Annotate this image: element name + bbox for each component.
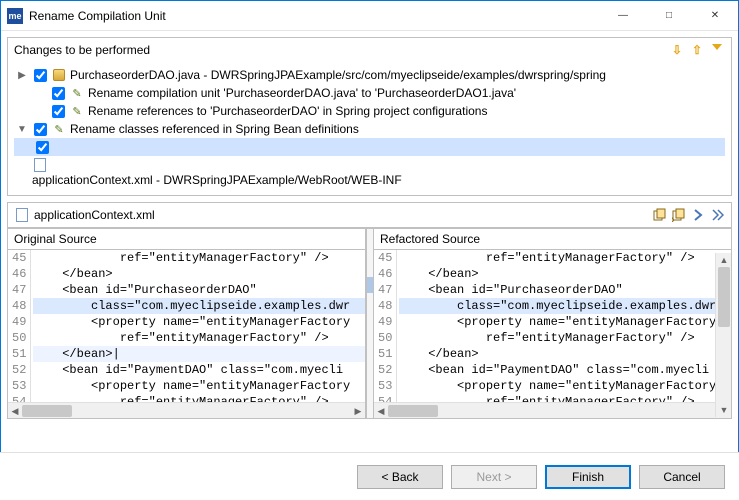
copy-all-left-icon[interactable] xyxy=(652,207,668,223)
right-pane-header: Refactored Source xyxy=(374,229,731,250)
scroll-down-icon[interactable]: ▼ xyxy=(716,403,732,417)
tree-item[interactable]: applicationContext.xml - DWRSpringJPAExa… xyxy=(14,138,725,156)
tree-item-label: applicationContext.xml - DWRSpringJPAExa… xyxy=(32,173,402,187)
tree-checkbox[interactable] xyxy=(52,87,65,100)
right-vscroll[interactable]: ▲ ▼ xyxy=(715,253,731,417)
finish-button[interactable]: Finish xyxy=(545,465,631,489)
changes-tree[interactable]: ▶ PurchaseorderDAO.java - DWRSpringJPAExa… xyxy=(8,62,731,195)
right-hscroll[interactable]: ◀ ▶ xyxy=(374,402,731,418)
changes-title: Changes to be performed xyxy=(14,43,669,57)
left-pane: Original Source 45 46 47 48 49 50 51 52 … xyxy=(8,229,366,418)
tree-item[interactable]: ▶ PurchaseorderDAO.java - DWRSpringJPAExa… xyxy=(14,66,725,84)
scroll-right-icon[interactable]: ▶ xyxy=(351,403,365,418)
left-pane-header: Original Source xyxy=(8,229,365,250)
tree-item-label: Rename compilation unit 'PurchaseorderDA… xyxy=(88,86,516,100)
tree-item-label: PurchaseorderDAO.java - DWRSpringJPAExam… xyxy=(70,68,606,82)
left-gutter: 45 46 47 48 49 50 51 52 53 54 55 56 xyxy=(8,250,31,402)
hscroll-thumb[interactable] xyxy=(22,405,72,417)
right-lines: ref="entityManagerFactory" /> </bean> <b… xyxy=(397,250,731,402)
left-code[interactable]: 45 46 47 48 49 50 51 52 53 54 55 56 ref=… xyxy=(8,250,365,402)
tree-item[interactable]: Rename references to 'PurchaseorderDAO' … xyxy=(14,102,725,120)
twisty-icon[interactable]: ▶ xyxy=(14,70,30,81)
compare-section: applicationContext.xml Original Source 4… xyxy=(7,202,732,419)
text-icon xyxy=(69,85,85,101)
filter-icon[interactable] xyxy=(709,42,725,58)
vscroll-thumb[interactable] xyxy=(718,267,730,327)
right-code[interactable]: 45 46 47 48 49 50 51 52 53 54 55 56 ref=… xyxy=(374,250,731,402)
compare-toolbar xyxy=(652,207,725,223)
close-button[interactable]: ✕ xyxy=(692,1,738,31)
copy-current-left-icon[interactable] xyxy=(671,207,687,223)
prev-change-icon[interactable]: ⇧ xyxy=(689,42,705,58)
minimize-button[interactable]: ― xyxy=(600,1,646,31)
scroll-left-icon[interactable]: ◀ xyxy=(374,403,388,418)
text-icon xyxy=(69,103,85,119)
pkg-icon xyxy=(51,67,67,83)
left-hscroll[interactable]: ◀ ▶ xyxy=(8,402,365,418)
tree-checkbox[interactable] xyxy=(36,141,49,154)
compare-file-name: applicationContext.xml xyxy=(34,208,652,222)
compare-divider xyxy=(366,229,374,418)
twisty-icon[interactable]: ▼ xyxy=(14,124,30,135)
scroll-up-icon[interactable]: ▲ xyxy=(716,253,732,267)
wizard-buttons: < Back Next > Finish Cancel xyxy=(0,452,739,500)
xml-file-icon xyxy=(14,207,30,223)
window-controls: ― □ ✕ xyxy=(600,1,738,31)
tree-checkbox[interactable] xyxy=(34,69,47,82)
next-diff-icon[interactable] xyxy=(690,207,706,223)
right-gutter: 45 46 47 48 49 50 51 52 53 54 55 56 xyxy=(374,250,397,402)
changes-section: Changes to be performed ⇩ ⇧ ▶ Purchaseord… xyxy=(7,37,732,196)
maximize-button[interactable]: □ xyxy=(646,1,692,31)
left-lines: ref="entityManagerFactory" /> </bean> <b… xyxy=(31,250,365,402)
next-button: Next > xyxy=(451,465,537,489)
file-icon xyxy=(32,157,48,173)
tree-checkbox[interactable] xyxy=(52,105,65,118)
compare-file-tab: applicationContext.xml xyxy=(8,203,731,228)
changes-toolbar: ⇩ ⇧ xyxy=(669,42,725,58)
cancel-button[interactable]: Cancel xyxy=(639,465,725,489)
back-button[interactable]: < Back xyxy=(357,465,443,489)
hscroll-thumb[interactable] xyxy=(388,405,438,417)
diff-marker xyxy=(367,277,373,293)
app-icon: me xyxy=(7,8,23,24)
compare-panes: Original Source 45 46 47 48 49 50 51 52 … xyxy=(8,228,731,418)
right-pane: Refactored Source 45 46 47 48 49 50 51 5… xyxy=(374,229,731,418)
tree-item[interactable]: Rename compilation unit 'PurchaseorderDA… xyxy=(14,84,725,102)
window-title: Rename Compilation Unit xyxy=(29,9,600,23)
scroll-left-icon[interactable]: ◀ xyxy=(8,403,22,418)
tree-item-label: Rename classes referenced in Spring Bean… xyxy=(70,122,359,136)
tree-item[interactable]: ▼ Rename classes referenced in Spring Bea… xyxy=(14,120,725,138)
tree-checkbox[interactable] xyxy=(34,123,47,136)
next-change-icon[interactable]: ⇩ xyxy=(669,42,685,58)
tree-item-label: Rename references to 'PurchaseorderDAO' … xyxy=(88,104,487,118)
titlebar: me Rename Compilation Unit ― □ ✕ xyxy=(1,1,738,31)
next-change-diff-icon[interactable] xyxy=(709,207,725,223)
text-icon xyxy=(51,121,67,137)
changes-header: Changes to be performed ⇩ ⇧ xyxy=(8,38,731,62)
